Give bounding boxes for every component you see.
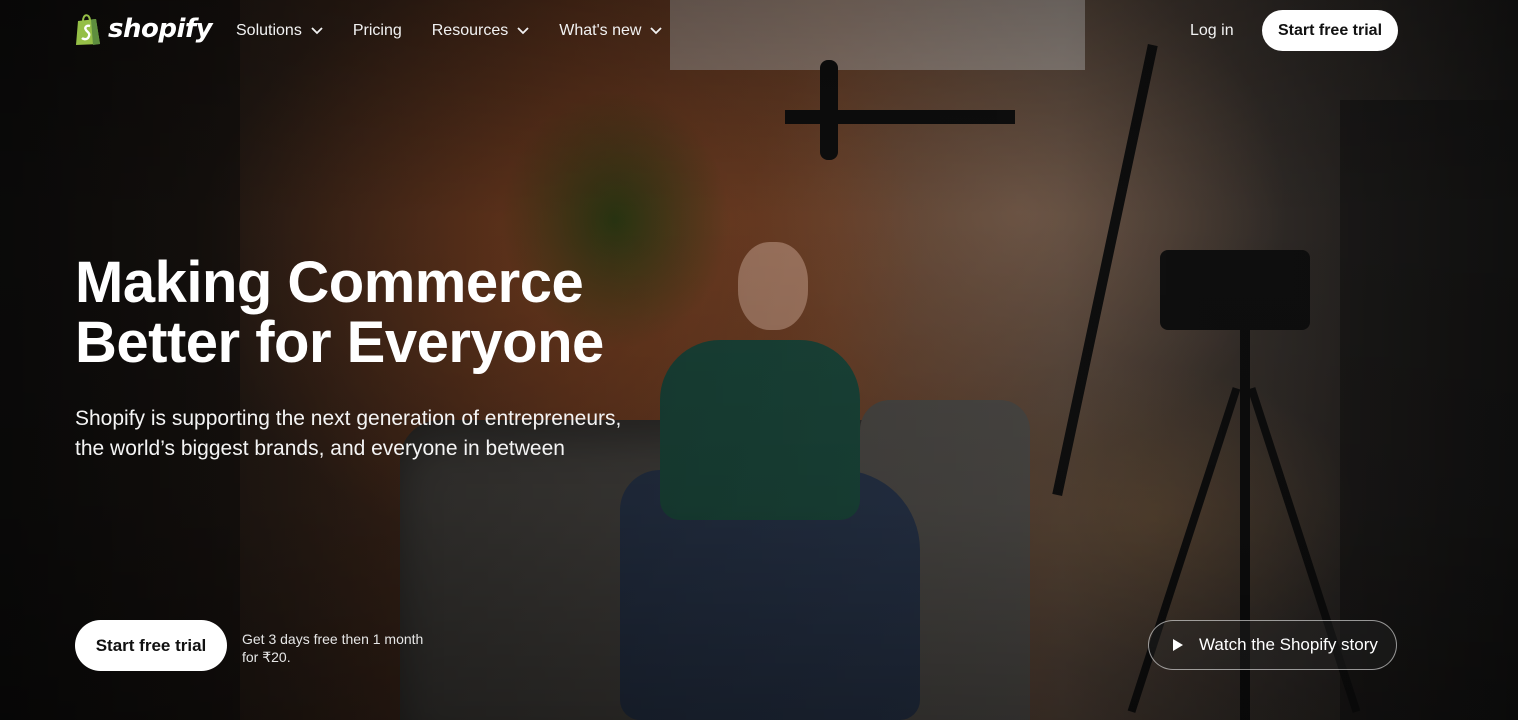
nav-item-label: What's new bbox=[559, 22, 642, 39]
nav-item-whats-new[interactable]: What's new bbox=[559, 22, 663, 40]
hero-subheading: Shopify is supporting the next generatio… bbox=[75, 404, 621, 464]
shopify-logo[interactable]: shopify bbox=[74, 12, 213, 46]
play-icon bbox=[1173, 639, 1183, 651]
subheading-line: the world’s biggest brands, and everyone… bbox=[75, 437, 565, 460]
nav-start-free-trial-button[interactable]: Start free trial bbox=[1262, 10, 1398, 51]
logo-wordmark: shopify bbox=[108, 14, 213, 44]
top-navigation: shopify Solutions Pricing Resources What… bbox=[0, 0, 1518, 66]
chevron-down-icon bbox=[311, 27, 323, 35]
trial-note-line: Get 3 days free then 1 month bbox=[242, 631, 424, 647]
nav-item-solutions[interactable]: Solutions bbox=[236, 22, 323, 40]
headline-line: Making Commerce bbox=[75, 250, 584, 315]
nav-item-pricing[interactable]: Pricing bbox=[353, 22, 402, 40]
hero-start-free-trial-button[interactable]: Start free trial bbox=[75, 620, 227, 671]
watch-story-label: Watch the Shopify story bbox=[1199, 635, 1378, 654]
subheading-line: Shopify is supporting the next generatio… bbox=[75, 407, 622, 430]
primary-nav: Solutions Pricing Resources What's new bbox=[236, 22, 692, 40]
nav-item-label: Resources bbox=[431, 22, 509, 39]
nav-item-label: Pricing bbox=[352, 22, 402, 39]
login-link[interactable]: Log in bbox=[1190, 22, 1234, 40]
chevron-down-icon bbox=[517, 27, 529, 35]
hero-headline: Making Commerce Better for Everyone bbox=[75, 253, 604, 373]
trial-note-line: for ₹20. bbox=[242, 649, 291, 665]
nav-item-resources[interactable]: Resources bbox=[432, 22, 529, 40]
trial-offer-note: Get 3 days free then 1 month for ₹20. bbox=[242, 630, 423, 666]
nav-item-label: Solutions bbox=[236, 22, 302, 39]
chevron-down-icon bbox=[650, 27, 663, 35]
watch-story-button[interactable]: Watch the Shopify story bbox=[1148, 620, 1397, 670]
shopping-bag-icon bbox=[76, 14, 100, 45]
headline-line: Better for Everyone bbox=[75, 310, 604, 375]
